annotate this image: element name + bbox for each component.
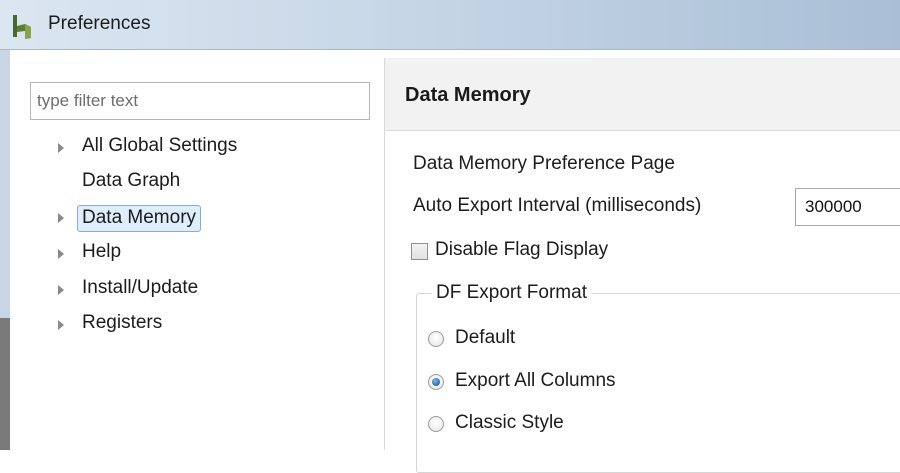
expand-arrow-icon[interactable] — [58, 143, 64, 153]
tree-item-label: All Global Settings — [82, 135, 238, 156]
tree-item-data-memory[interactable]: Data Memory — [16, 203, 356, 233]
auto-export-interval-input[interactable] — [795, 188, 900, 226]
radio-default[interactable] — [428, 331, 444, 347]
tree-item-registers[interactable]: Registers — [16, 310, 356, 340]
expand-arrow-icon[interactable] — [58, 320, 64, 330]
tree-item-label: Data Graph — [82, 170, 181, 191]
auto-export-interval-label: Auto Export Interval (milliseconds) — [413, 195, 702, 216]
preferences-navigation: All Global Settings Data Graph Data Memo… — [16, 60, 384, 450]
expand-arrow-icon[interactable] — [58, 285, 64, 295]
tree-item-data-graph[interactable]: Data Graph — [16, 168, 356, 198]
tree-item-label: Registers — [82, 312, 163, 333]
tree-item-all-global-settings[interactable]: All Global Settings — [16, 133, 356, 163]
preference-page: Data Memory Preference Page Auto Export … — [385, 131, 900, 473]
disable-flag-display-label[interactable]: Disable Flag Display — [435, 239, 608, 261]
expand-arrow-icon[interactable] — [58, 249, 64, 259]
radio-default-label[interactable]: Default — [455, 327, 515, 349]
tree-item-install-update[interactable]: Install/Update — [16, 275, 356, 305]
page-header: Data Memory — [385, 58, 900, 131]
preferences-app-icon — [13, 15, 31, 39]
window-title: Preferences — [48, 13, 151, 34]
filter-input[interactable] — [30, 82, 370, 120]
window-left-frame — [0, 50, 10, 450]
radio-classic-style-label[interactable]: Classic Style — [455, 412, 564, 434]
title-bar[interactable]: Preferences — [0, 0, 900, 50]
tree-item-help[interactable]: Help — [16, 239, 356, 269]
expand-arrow-icon[interactable] — [58, 213, 64, 223]
export-format-legend: DF Export Format — [432, 282, 591, 304]
frame-shadow — [0, 318, 10, 450]
radio-classic-style[interactable] — [428, 416, 444, 432]
radio-export-all-columns-label[interactable]: Export All Columns — [455, 370, 616, 392]
tree-item-label: Data Memory — [77, 205, 202, 232]
page-description: Data Memory Preference Page — [413, 153, 675, 174]
radio-export-all-columns[interactable] — [428, 374, 444, 390]
page-title: Data Memory — [405, 84, 531, 106]
tree-item-label: Help — [82, 241, 122, 262]
tree-item-label: Install/Update — [82, 277, 199, 298]
disable-flag-display-checkbox[interactable] — [411, 243, 428, 260]
